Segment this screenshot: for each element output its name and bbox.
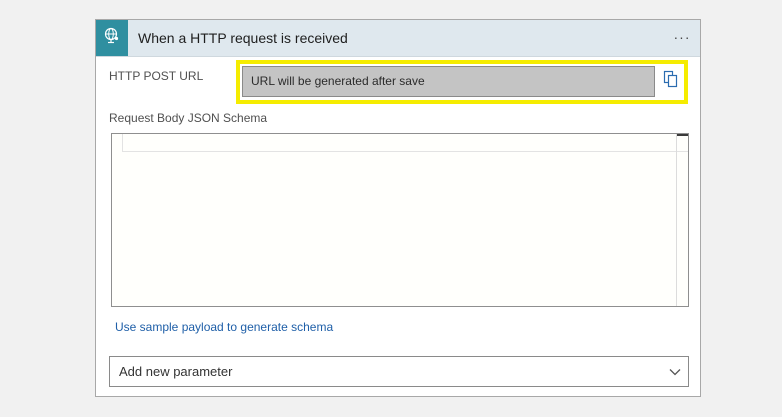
copy-icon [663, 70, 679, 93]
editor-scrollbar[interactable] [676, 134, 688, 306]
add-new-parameter-dropdown[interactable]: Add new parameter [109, 356, 689, 387]
trigger-card-header[interactable]: When a HTTP request is received ··· [96, 20, 700, 57]
editor-scroll-thumb[interactable] [677, 134, 688, 136]
trigger-icon-box [96, 20, 128, 56]
chevron-down-icon [668, 365, 682, 379]
sample-payload-link[interactable]: Use sample payload to generate schema [115, 320, 333, 334]
copy-url-button[interactable] [659, 69, 683, 93]
schema-editor[interactable] [111, 133, 689, 307]
add-new-parameter-label: Add new parameter [119, 364, 233, 379]
trigger-card: When a HTTP request is received ··· HTTP… [95, 19, 701, 397]
trigger-title: When a HTTP request is received [138, 30, 348, 46]
http-post-url-field[interactable]: URL will be generated after save [242, 66, 655, 97]
globe-request-icon [103, 27, 121, 50]
editor-line [122, 134, 688, 152]
schema-label: Request Body JSON Schema [109, 111, 268, 125]
more-options-button[interactable]: ··· [670, 24, 694, 50]
ellipsis-icon: ··· [673, 29, 691, 45]
http-post-url-label: HTTP POST URL [109, 69, 204, 83]
